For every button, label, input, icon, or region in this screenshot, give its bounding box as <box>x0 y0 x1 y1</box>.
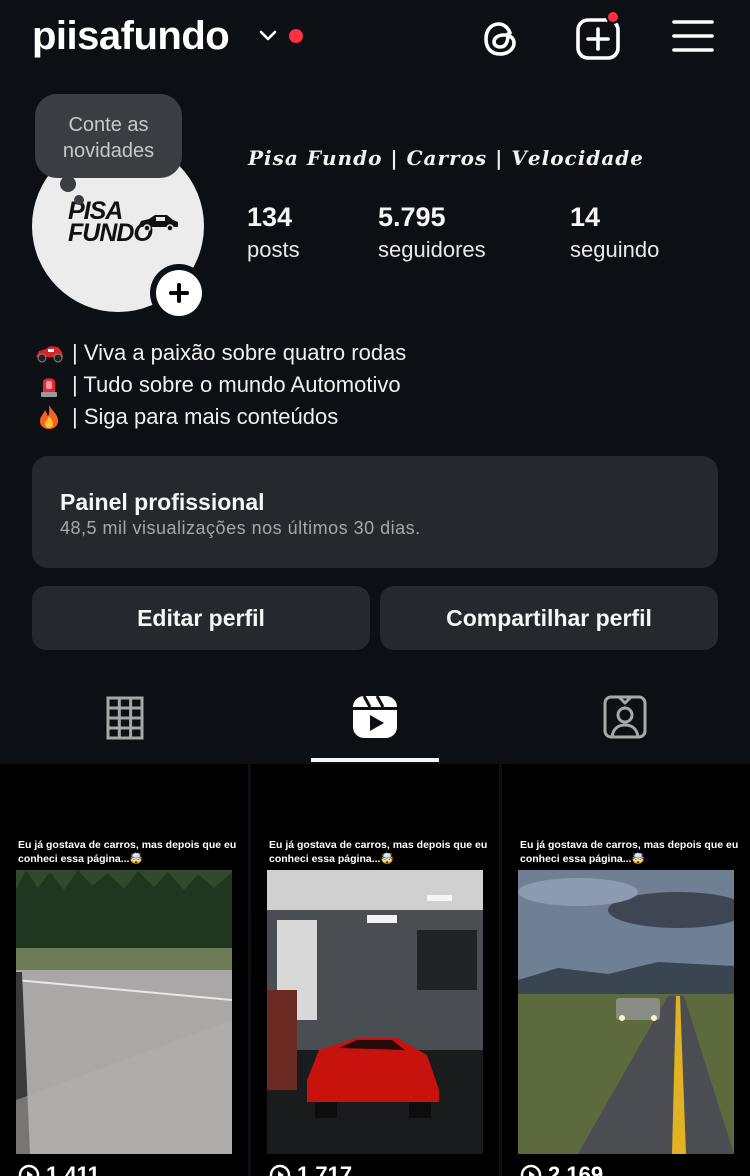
play-icon <box>520 1164 542 1176</box>
bio-line: | Tudo sobre o mundo Automotivo <box>34 369 406 401</box>
account-notification-dot <box>289 29 303 43</box>
note-bubble-tail <box>60 176 76 192</box>
new-post-notification-dot <box>606 10 620 24</box>
siren-icon <box>41 378 57 397</box>
stat-posts[interactable]: 134 posts <box>247 202 300 263</box>
stat-value: 5.795 <box>378 202 446 232</box>
stat-label: seguidores <box>378 237 486 262</box>
account-username[interactable]: piisafundo <box>32 14 230 59</box>
add-story-button[interactable] <box>150 264 208 322</box>
stat-value: 134 <box>247 202 293 232</box>
profile-full-name: 𝑷𝒊𝒔𝒂 𝑭𝒖𝒏𝒅𝒐 | 𝑪𝒂𝒓𝒓𝒐𝒔 | 𝑽𝒆𝒍𝒐𝒄𝒊𝒅𝒂𝒅𝒆 <box>248 146 644 170</box>
bio-text: | Siga para mais conteúdos <box>72 404 339 429</box>
reel-view-count: 1.411 <box>46 1162 100 1176</box>
reel-views: 1.717 <box>269 1162 352 1176</box>
reel-image-country-road <box>518 870 734 1154</box>
dashboard-subtitle: 48,5 mil visualizações nos últimos 30 di… <box>60 518 421 538</box>
threads-icon[interactable] <box>478 16 524 62</box>
top-bar: piisafundo <box>0 0 750 80</box>
reel-view-count: 2.169 <box>548 1162 604 1176</box>
car-logo-icon <box>138 215 178 231</box>
share-profile-button[interactable]: Compartilhar perfil <box>380 586 718 650</box>
reels-icon[interactable] <box>352 694 398 740</box>
reel-views: 2.169 <box>520 1162 603 1176</box>
stat-following[interactable]: 14 seguindo <box>570 202 659 263</box>
reel-view-count: 1.717 <box>297 1162 353 1176</box>
reel-thumbnail[interactable]: Eu já gostava de carros, mas depois que … <box>502 764 750 1176</box>
bio-text: | Tudo sobre o mundo Automotivo <box>72 372 401 397</box>
stat-followers[interactable]: 5.795 seguidores <box>378 202 486 263</box>
dashboard-title: Painel profissional <box>60 489 265 515</box>
reel-thumbnail[interactable]: Eu já gostava de carros, mas depois que … <box>0 764 248 1176</box>
bio-line: | Viva a paixão sobre quatro rodas <box>34 337 406 369</box>
race-car-icon <box>36 346 63 363</box>
stat-label: posts <box>247 237 300 262</box>
bio-line: | Siga para mais conteúdos <box>34 401 406 433</box>
reel-caption: Eu já gostava de carros, mas depois que … <box>520 839 739 865</box>
stat-label: seguindo <box>570 237 660 262</box>
plus-icon <box>156 270 202 316</box>
play-icon <box>269 1164 291 1176</box>
stat-value: 14 <box>570 202 601 232</box>
reel-image-road-forest <box>16 870 232 1154</box>
chevron-down-icon[interactable] <box>258 26 278 46</box>
fire-icon <box>40 405 58 429</box>
reel-thumbnail[interactable]: Eu já gostava de carros, mas depois que … <box>251 764 499 1176</box>
reel-image-garage-ferrari <box>267 870 483 1154</box>
note-bubble[interactable]: Conte as novidades <box>35 94 182 178</box>
edit-profile-button[interactable]: Editar perfil <box>32 586 370 650</box>
note-bubble-tail-small <box>74 195 84 205</box>
tagged-icon[interactable] <box>602 694 648 740</box>
reel-caption: Eu já gostava de carros, mas depois que … <box>269 839 488 865</box>
profile-bio: | Viva a paixão sobre quatro rodas | Tud… <box>34 337 406 433</box>
menu-icon[interactable] <box>670 16 716 62</box>
grid-icon[interactable] <box>102 694 148 740</box>
reel-views: 1.411 <box>18 1162 100 1176</box>
reel-caption: Eu já gostava de carros, mas depois que … <box>18 839 237 865</box>
bio-text: | Viva a paixão sobre quatro rodas <box>72 340 407 365</box>
professional-dashboard[interactable]: Painel profissional 48,5 mil visualizaçõ… <box>32 456 718 568</box>
active-tab-indicator <box>311 758 439 762</box>
play-icon <box>18 1164 40 1176</box>
